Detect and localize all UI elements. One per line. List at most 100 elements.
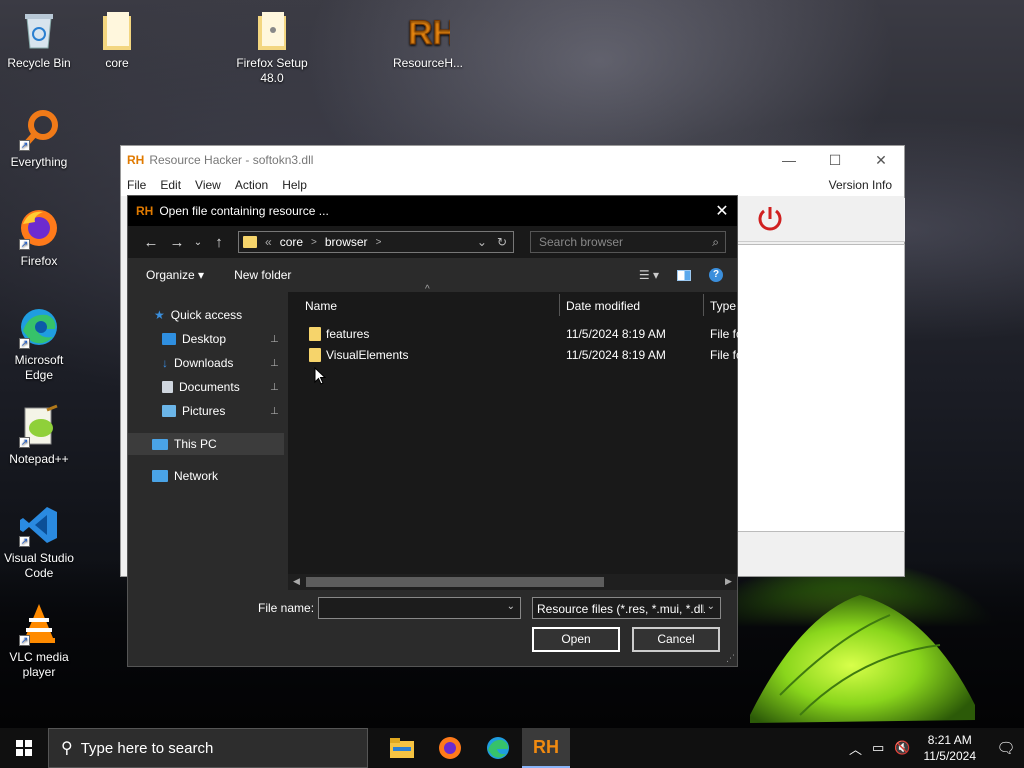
network-status-icon[interactable]: ▭ <box>872 740 884 756</box>
start-button[interactable] <box>0 728 48 768</box>
chevron-down-icon[interactable]: ⌄ <box>703 601 715 612</box>
rh-title-bar[interactable]: RH Resource Hacker - softokn3.dll — ☐ ✕ <box>121 146 904 174</box>
taskbar-firefox[interactable] <box>426 728 474 768</box>
file-row[interactable]: VisualElements 11/5/2024 8:19 AM File fo <box>288 345 743 365</box>
pin-icon[interactable]: ⊥ <box>270 358 279 369</box>
file-name: features <box>326 327 370 341</box>
rh-menu-bar: File Edit View Action Help Version Info <box>121 174 904 196</box>
open-file-dialog[interactable]: RH Open file containing resource ... ✕ ←… <box>127 195 743 667</box>
menu-action[interactable]: Action <box>235 178 268 192</box>
desktop-icon-label: Everything <box>10 155 68 169</box>
pin-icon[interactable]: ⊥ <box>270 406 279 417</box>
file-date: 11/5/2024 8:19 AM <box>566 327 666 341</box>
mouse-cursor-icon <box>314 367 326 385</box>
column-header-date[interactable]: Date modified <box>566 292 640 320</box>
notification-center-icon[interactable]: 🗨 <box>988 739 1024 757</box>
pin-icon[interactable]: ⊥ <box>270 382 279 393</box>
menu-edit[interactable]: Edit <box>160 178 181 192</box>
search-icon: ⚲ <box>61 740 73 757</box>
pin-icon[interactable]: ⊥ <box>270 334 279 345</box>
cancel-button[interactable]: Cancel <box>632 627 720 652</box>
desktop-icon-firefox[interactable]: ↗ Firefox <box>1 206 77 269</box>
open-button[interactable]: Open <box>532 627 620 652</box>
show-hidden-icons-chevron-icon[interactable]: ︿ <box>849 739 862 758</box>
menu-file[interactable]: File <box>127 178 146 192</box>
sidebar-item-documents[interactable]: Documents ⊥ <box>162 376 286 398</box>
desktop-icon-core[interactable]: core <box>79 8 155 71</box>
preview-pane-icon[interactable] <box>677 269 691 281</box>
search-input[interactable]: Search browser <box>539 235 623 249</box>
taskbar-file-explorer[interactable] <box>378 728 426 768</box>
sidebar-item-quick-access[interactable]: ★ Quick access <box>154 304 242 326</box>
notepad-plus-plus-icon: ↗ <box>17 404 61 448</box>
scroll-right-icon[interactable]: ▶ <box>725 576 732 587</box>
rh-editor-pane[interactable] <box>737 244 905 532</box>
taskbar-resource-hacker[interactable]: RH <box>522 728 570 768</box>
sidebar-item-pictures[interactable]: Pictures ⊥ <box>162 400 286 422</box>
sidebar-item-downloads[interactable]: ↓ Downloads ⊥ <box>162 352 286 374</box>
file-type-select[interactable]: Resource files (*.res, *.mui, *.dll ⌄ <box>532 597 721 619</box>
desktop-icon-everything[interactable]: ↗ Everything <box>1 107 77 170</box>
new-folder-button[interactable]: New folder <box>234 268 291 282</box>
taskbar-clock[interactable]: 8:21 AM 11/5/2024 <box>924 732 977 764</box>
desktop-icon-vlc[interactable]: ↗ VLC media player <box>1 602 77 680</box>
navigation-pane[interactable]: ★ Quick access Desktop ⊥ ↓ Downloads ⊥ D… <box>128 292 286 590</box>
dialog-title-bar[interactable]: RH Open file containing resource ... ✕ <box>128 196 737 226</box>
resize-grip-icon[interactable]: ⋰ <box>726 653 735 664</box>
menu-help[interactable]: Help <box>282 178 307 192</box>
file-row[interactable]: features 11/5/2024 8:19 AM File fo <box>288 324 743 344</box>
column-header-type[interactable]: Type <box>710 292 736 320</box>
breadcrumb-browser[interactable]: browser <box>325 235 368 249</box>
desktop-icon-notepadpp[interactable]: ↗ Notepad++ <box>1 404 77 467</box>
desktop-icon-recycle-bin[interactable]: Recycle Bin <box>1 8 77 71</box>
column-header-name[interactable]: Name <box>305 292 337 320</box>
sidebar-item-desktop[interactable]: Desktop ⊥ <box>162 328 286 350</box>
volume-muted-icon[interactable]: 🔇 <box>894 740 910 756</box>
windows-logo-icon <box>16 740 32 756</box>
sidebar-item-network[interactable]: Network <box>152 465 218 487</box>
search-box[interactable]: Search browser ⌕ <box>530 231 726 253</box>
address-dropdown-icon[interactable]: ⌄ <box>477 235 487 249</box>
file-list[interactable]: ^ Name Date modified Type features 11/5/… <box>288 284 743 590</box>
shortcut-arrow-icon: ↗ <box>19 140 30 151</box>
taskbar-search-box[interactable]: ⚲ Type here to search <box>48 728 368 768</box>
scrollbar-thumb[interactable] <box>306 577 604 587</box>
desktop-icon-edge[interactable]: ↗ Microsoft Edge <box>1 305 77 383</box>
chevron-down-icon[interactable]: ⌄ <box>507 601 515 612</box>
svg-text:RH: RH <box>408 14 450 52</box>
overflow-chevron-icon[interactable]: « <box>265 235 272 249</box>
close-button[interactable]: ✕ <box>858 152 904 169</box>
column-divider[interactable] <box>559 294 560 316</box>
forward-button[interactable]: → <box>164 234 190 251</box>
file-name-input[interactable]: ⌄ <box>318 597 521 619</box>
taskbar-edge[interactable] <box>474 728 522 768</box>
recent-locations-button[interactable]: ⌄ <box>190 237 206 248</box>
file-type: File fo <box>710 327 743 341</box>
desktop-icon-vscode[interactable]: ↗ Visual Studio Code <box>1 503 77 581</box>
breadcrumb-core[interactable]: core <box>280 235 303 249</box>
up-button[interactable]: ↑ <box>206 234 232 251</box>
organize-button[interactable]: Organize ▾ <box>146 268 204 282</box>
view-options-icon[interactable]: ☰ ▾ <box>639 268 659 282</box>
file-name-label: File name: <box>258 601 315 615</box>
desktop-icon-firefox-setup[interactable]: Firefox Setup 48.0 <box>234 8 310 86</box>
help-icon[interactable]: ? <box>709 268 723 282</box>
documents-icon <box>162 381 173 393</box>
taskbar-search-input[interactable]: Type here to search <box>81 740 214 757</box>
vscode-icon: ↗ <box>17 503 61 547</box>
menu-view[interactable]: View <box>195 178 221 192</box>
column-divider[interactable] <box>703 294 704 316</box>
file-explorer-icon <box>390 738 414 758</box>
dialog-close-button[interactable]: ✕ <box>707 201 737 221</box>
refresh-icon[interactable]: ↻ <box>497 235 507 249</box>
sidebar-item-this-pc[interactable]: This PC <box>128 433 284 455</box>
desktop-icon-resourcehacker[interactable]: RH ResourceH... <box>390 8 466 71</box>
clock-date: 11/5/2024 <box>923 749 977 763</box>
back-button[interactable]: ← <box>138 234 164 251</box>
minimize-button[interactable]: — <box>766 152 812 169</box>
power-icon[interactable] <box>755 204 785 234</box>
maximize-button[interactable]: ☐ <box>812 152 858 169</box>
horizontal-scrollbar[interactable]: ◀ ▶ <box>288 574 737 590</box>
scroll-left-icon[interactable]: ◀ <box>293 576 300 587</box>
address-bar[interactable]: « core > browser > ⌄ ↻ <box>238 231 514 253</box>
